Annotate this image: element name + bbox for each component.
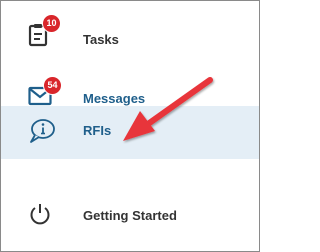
messages-count-badge: 54: [43, 76, 62, 95]
tasks-count-badge: 10: [42, 14, 61, 33]
sidebar-panel: 10 Tasks 54 Messages RFIs Getting Starte…: [0, 0, 260, 252]
info-speech-bubble-icon: [30, 119, 55, 143]
nav-list: 10 Tasks 54 Messages RFIs Getting Starte…: [1, 1, 259, 251]
sidebar-item-label: RFIs: [83, 123, 112, 138]
sidebar-item-label: Messages: [83, 91, 146, 106]
sidebar-item-rfis[interactable]: RFIs: [1, 106, 259, 159]
power-icon: [30, 204, 50, 225]
sidebar-item-label: Tasks: [83, 32, 119, 47]
sidebar-item-getting-started[interactable]: Getting Started: [1, 189, 259, 247]
sidebar-item-tasks[interactable]: 10 Tasks: [1, 9, 259, 67]
sidebar-item-label: Getting Started: [83, 208, 177, 223]
